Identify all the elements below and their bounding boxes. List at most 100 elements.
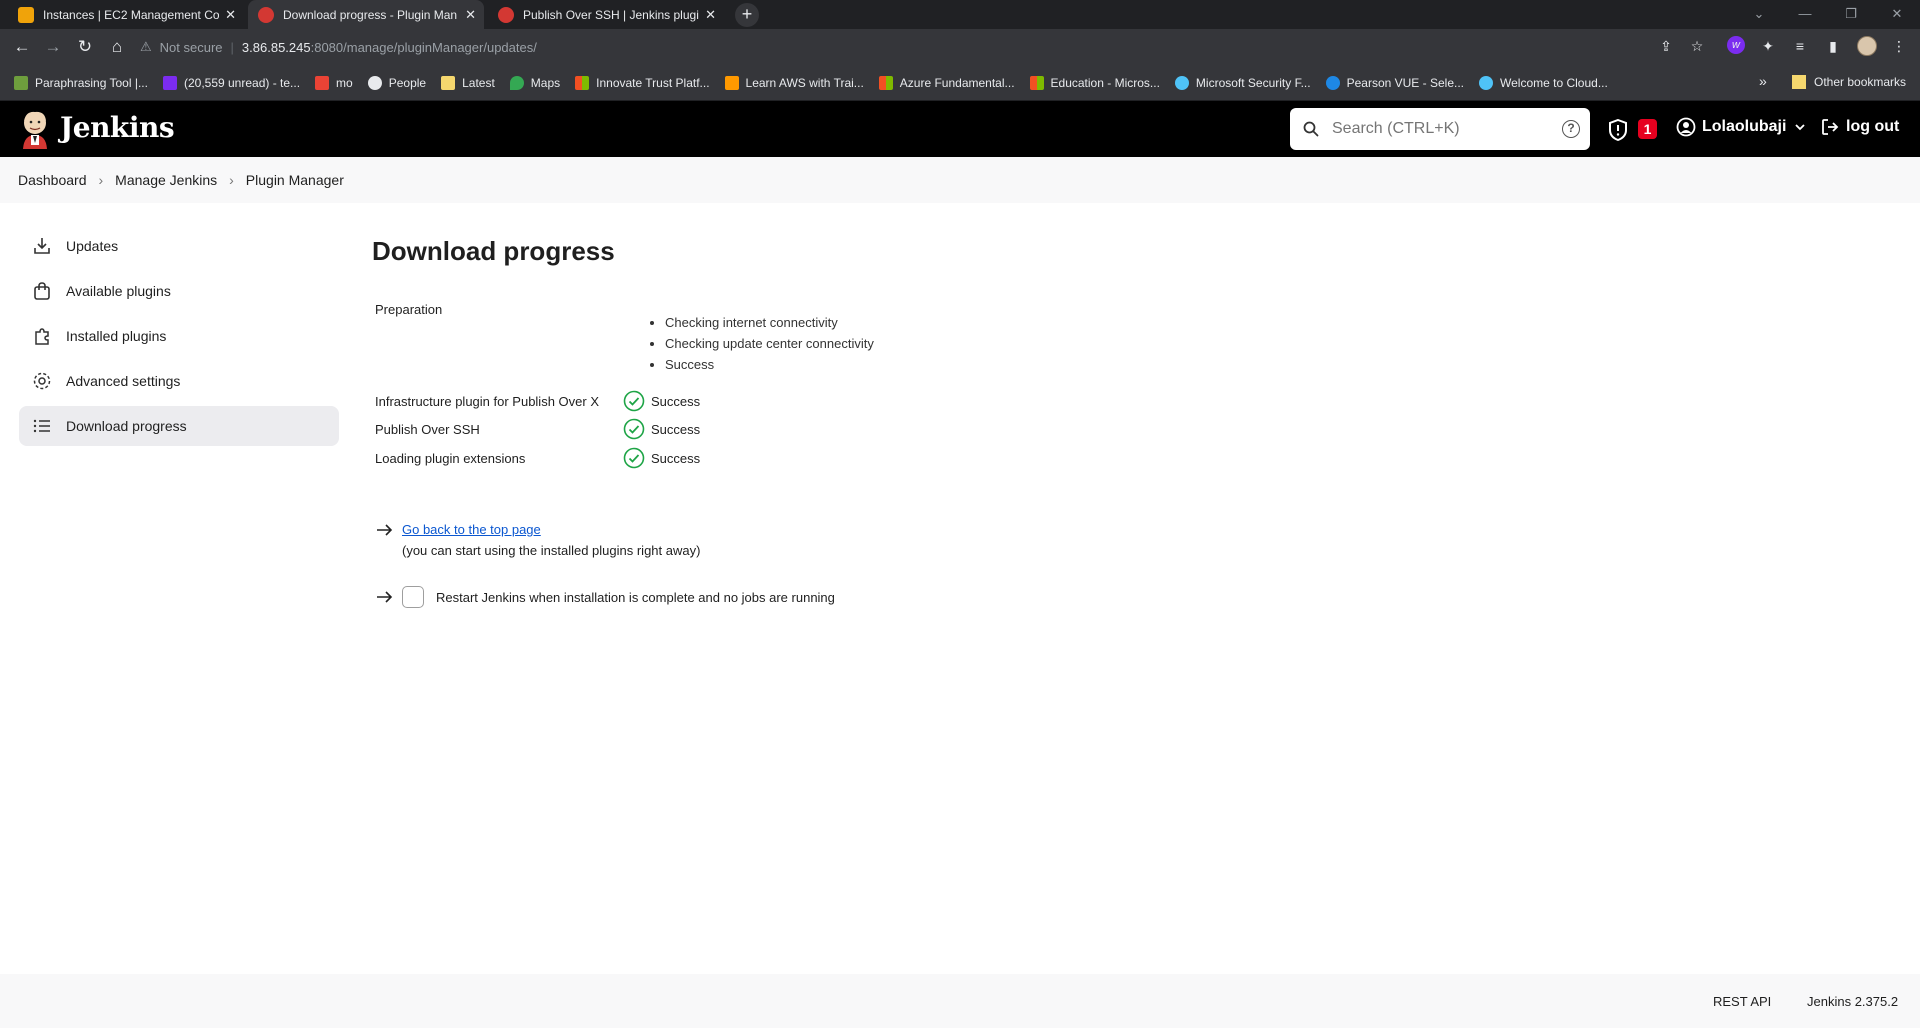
sidebar-item-advanced-settings[interactable]: Advanced settings — [19, 361, 339, 401]
jenkins-logo-icon[interactable] — [18, 109, 52, 149]
bookmark[interactable]: Paraphrasing Tool |... — [14, 75, 148, 90]
bookmark[interactable]: mo — [315, 75, 353, 90]
list-item: Success — [665, 354, 874, 375]
side-panel-icon[interactable]: ▮ — [1822, 35, 1844, 57]
chevron-down-icon — [1795, 124, 1806, 131]
status-text: Success — [651, 450, 701, 466]
bookmark[interactable]: Education - Micros... — [1029, 75, 1160, 90]
user-menu[interactable]: Lolaolubaji — [1676, 117, 1806, 137]
rest-api-link[interactable]: REST API — [1713, 994, 1771, 1009]
logout-label: log out — [1846, 118, 1900, 135]
sidebar-item-updates[interactable]: Updates — [19, 226, 339, 266]
back-icon[interactable]: ← — [10, 35, 34, 59]
folder-icon — [441, 75, 456, 90]
home-icon[interactable]: ⌂ — [105, 35, 129, 59]
table-row: Loading plugin extensions Success — [375, 447, 700, 469]
profile-avatar[interactable] — [1857, 36, 1877, 56]
list-icon — [33, 419, 50, 433]
close-window-icon[interactable]: ✕ — [1874, 0, 1920, 29]
extensions-puzzle-icon[interactable]: ✦ — [1757, 35, 1779, 57]
user-name: Lolaolubaji — [1702, 118, 1787, 135]
github-icon — [367, 75, 382, 90]
bookmark[interactable]: Pearson VUE - Sele... — [1325, 75, 1464, 90]
browser-tab-active[interactable]: Download progress - Plugin Man ✕ — [248, 0, 484, 29]
more-bookmarks-icon[interactable]: » — [1759, 73, 1767, 89]
jenkins-icon — [258, 6, 274, 23]
app-title[interactable]: Jenkins — [60, 111, 175, 144]
menu-kebab-icon[interactable]: ⋮ — [1888, 35, 1910, 57]
close-icon[interactable]: ✕ — [225, 7, 236, 23]
side-panel: Updates Available plugins Installed plug… — [19, 226, 339, 451]
shopping-bag-icon — [34, 282, 50, 300]
new-tab-button[interactable]: + — [735, 3, 759, 27]
warning-icon: ⚠ — [140, 39, 152, 54]
search-input[interactable] — [1332, 120, 1552, 138]
share-icon[interactable]: ⇪ — [1655, 35, 1677, 57]
plugin-name: Infrastructure plugin for Publish Over X — [375, 393, 599, 409]
url-host: 3.86.85.245 — [241, 39, 311, 55]
restart-checkbox[interactable] — [402, 586, 424, 608]
bookmark[interactable]: Welcome to Cloud... — [1479, 75, 1608, 90]
puzzle-icon — [35, 328, 49, 345]
bookmark[interactable]: People — [367, 75, 426, 90]
bookmark[interactable]: Maps — [509, 75, 560, 90]
table-row: Preparation — [375, 298, 625, 320]
sidebar-item-available-plugins[interactable]: Available plugins — [19, 271, 339, 311]
minimize-icon[interactable]: — — [1782, 0, 1828, 29]
status-cell: Success — [623, 418, 700, 440]
close-icon[interactable]: ✕ — [465, 7, 476, 23]
bookmark[interactable]: Learn AWS with Trai... — [724, 75, 864, 90]
address-bar[interactable]: ⚠ Not secure | 3.86.85.245:8080/manage/p… — [140, 33, 1710, 61]
status-cell: Success — [623, 390, 700, 412]
sidebar-item-installed-plugins[interactable]: Installed plugins — [19, 316, 339, 356]
browser-tab[interactable]: Instances | EC2 Management Con ✕ — [8, 0, 244, 29]
bookmark[interactable]: Azure Fundamental... — [878, 75, 1015, 90]
shield-icon[interactable] — [1608, 119, 1628, 141]
search-box[interactable]: ? — [1290, 108, 1590, 150]
aws-icon — [18, 6, 34, 23]
jenkins-header: Jenkins ? 1 Lolaolubaji log out — [0, 101, 1920, 157]
sidebar-item-label: Installed plugins — [66, 328, 167, 344]
check-circle-icon — [623, 447, 645, 469]
breadcrumb-plugin-manager[interactable]: Plugin Manager — [246, 172, 344, 188]
page-title: Download progress — [372, 236, 615, 266]
browser-toolbar: ← → ↻ ⌂ ⚠ Not secure | 3.86.85.245:8080/… — [0, 29, 1920, 65]
bookmark[interactable]: Microsoft Security F... — [1174, 75, 1311, 90]
yahoo-mail-icon — [162, 75, 177, 90]
browser-tab[interactable]: Publish Over SSH | Jenkins plugin ✕ — [488, 0, 724, 29]
url-path: :8080/manage/pluginManager/updates/ — [310, 39, 537, 55]
security-status: Not secure — [159, 39, 223, 55]
check-circle-icon — [623, 390, 645, 412]
pearson-icon — [1325, 75, 1340, 90]
reload-icon[interactable]: ↻ — [73, 35, 97, 59]
extension-w-icon[interactable]: w — [1727, 36, 1745, 54]
bookmark[interactable]: Innovate Trust Platf... — [575, 75, 710, 90]
tab-title: Instances | EC2 Management Con — [43, 7, 220, 22]
star-icon[interactable]: ☆ — [1686, 35, 1708, 57]
bookmark[interactable]: (20,559 unread) - te... — [162, 75, 300, 90]
breadcrumb-manage-jenkins[interactable]: Manage Jenkins — [115, 172, 217, 188]
sidebar-item-download-progress[interactable]: Download progress — [19, 406, 339, 446]
logout-link[interactable]: log out — [1820, 117, 1899, 137]
help-icon[interactable]: ? — [1562, 120, 1580, 138]
restart-label[interactable]: Restart Jenkins when installation is com… — [436, 590, 835, 605]
plugin-name: Loading plugin extensions — [375, 450, 526, 466]
breadcrumb-dashboard[interactable]: Dashboard — [18, 172, 87, 188]
sidebar-item-label: Updates — [66, 238, 119, 254]
jenkins-version[interactable]: Jenkins 2.375.2 — [1807, 994, 1898, 1009]
reading-list-icon[interactable]: ≡ — [1789, 35, 1811, 57]
other-bookmarks[interactable]: Other bookmarks — [1792, 75, 1906, 89]
close-icon[interactable]: ✕ — [705, 7, 716, 23]
tab-search-icon[interactable]: ⌄ — [1736, 0, 1782, 29]
bookmark[interactable]: Latest — [441, 75, 495, 90]
security-badge[interactable]: 1 — [1638, 119, 1657, 139]
forward-icon[interactable]: → — [41, 35, 65, 59]
microsoft-icon — [575, 75, 590, 90]
arrow-right-icon — [377, 524, 393, 536]
back-to-top-link[interactable]: Go back to the top page — [402, 522, 541, 537]
gmail-icon — [315, 75, 330, 90]
restore-icon[interactable]: ❐ — [1828, 0, 1874, 29]
cloud-icon — [1479, 75, 1493, 90]
page-footer: REST API Jenkins 2.375.2 — [0, 974, 1920, 1028]
folder-icon — [1792, 75, 1806, 89]
